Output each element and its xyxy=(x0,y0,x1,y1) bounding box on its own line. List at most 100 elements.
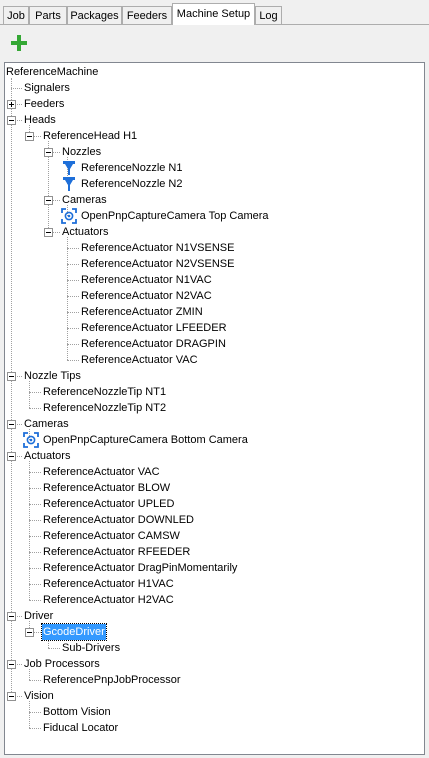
tree-connector xyxy=(11,78,12,696)
tree-node-label: ReferenceActuator DOWNLED xyxy=(43,514,194,526)
tree-connector xyxy=(29,461,30,600)
tree-node-label: ReferenceHead H1 xyxy=(43,130,138,142)
collapse-icon[interactable] xyxy=(7,116,16,125)
tree-connector xyxy=(29,584,41,585)
tree-node-sub-drivers[interactable]: Sub-Drivers xyxy=(61,640,121,656)
collapse-icon[interactable] xyxy=(25,628,34,637)
tree-node-referenceactuator-rfeeder[interactable]: ReferenceActuator RFEEDER xyxy=(42,544,191,560)
tree-node-feeders[interactable]: Feeders xyxy=(23,96,65,112)
tree-connector xyxy=(67,328,79,329)
tree-node-label: ReferenceNozzle N1 xyxy=(81,162,183,174)
collapse-icon[interactable] xyxy=(25,132,34,141)
tree-node-nozzle-tips[interactable]: Nozzle Tips xyxy=(23,368,82,384)
tree-connector xyxy=(29,520,41,521)
tab-parts[interactable]: Parts xyxy=(29,6,67,24)
tree-node-referencenozzletip-nt2[interactable]: ReferenceNozzleTip NT2 xyxy=(42,400,167,416)
tree-node-referencenozzle-n1[interactable]: ReferenceNozzle N1 xyxy=(80,160,184,176)
tree-node-label: Actuators xyxy=(62,226,109,238)
tree-node-bottom-vision[interactable]: Bottom Vision xyxy=(42,704,112,720)
tree-node-referencenozzle-n2[interactable]: ReferenceNozzle N2 xyxy=(80,176,184,192)
tree-node-label: ReferenceActuator H2VAC xyxy=(43,594,174,606)
tree-node-nozzles[interactable]: Nozzles xyxy=(61,144,102,160)
tree-node-label: ReferenceActuator N2VAC xyxy=(81,290,212,302)
tab-job[interactable]: Job xyxy=(3,6,29,24)
tree-node-referencehead-h1[interactable]: ReferenceHead H1 xyxy=(42,128,138,144)
tree-node-label: ReferenceActuator DragPinMomentarily xyxy=(43,562,238,574)
tree-node-label: Cameras xyxy=(24,418,69,430)
tree-node-referenceactuator-upled[interactable]: ReferenceActuator UPLED xyxy=(42,496,175,512)
tree-node-label: ReferenceActuator N2VSENSE xyxy=(81,258,235,270)
tree-node-label: Job Processors xyxy=(24,658,100,670)
tree-node-referencemachine[interactable]: ReferenceMachine xyxy=(5,64,99,80)
tree-node-label: Sub-Drivers xyxy=(62,642,121,654)
tree-node-referenceactuator-camsw[interactable]: ReferenceActuator CAMSW xyxy=(42,528,181,544)
tree-node-label: ReferenceActuator H1VAC xyxy=(43,578,174,590)
expand-icon[interactable] xyxy=(7,100,16,109)
tree-node-label: Actuators xyxy=(24,450,71,462)
tree-node-actuators[interactable]: Actuators xyxy=(23,448,71,464)
tree-connector xyxy=(48,648,60,649)
collapse-icon[interactable] xyxy=(44,148,53,157)
tree-node-referenceactuator-lfeeder[interactable]: ReferenceActuator LFEEDER xyxy=(80,320,228,336)
tree-connector xyxy=(67,280,79,281)
tree-node-referenceactuator-n2vsense[interactable]: ReferenceActuator N2VSENSE xyxy=(80,256,235,272)
tree-connector xyxy=(67,237,68,360)
collapse-icon[interactable] xyxy=(44,196,53,205)
tree-node-referenceactuator-n1vac[interactable]: ReferenceActuator N1VAC xyxy=(80,272,213,288)
tree-connector xyxy=(29,680,41,681)
tree-node-referenceactuator-vac[interactable]: ReferenceActuator VAC xyxy=(42,464,161,480)
tree-node-gcodedriver[interactable]: GcodeDriver xyxy=(41,623,107,641)
tree-node-referenceactuator-dragpin[interactable]: ReferenceActuator DRAGPIN xyxy=(80,336,227,352)
collapse-icon[interactable] xyxy=(44,228,53,237)
tree-connector xyxy=(67,360,79,361)
tree-node-referencenozzletip-nt1[interactable]: ReferenceNozzleTip NT1 xyxy=(42,384,167,400)
tree-node-heads[interactable]: Heads xyxy=(23,112,57,128)
camera-icon xyxy=(23,432,39,448)
tab-log[interactable]: Log xyxy=(255,6,282,24)
tree-node-openpnpcapturecamera-bottom-camera[interactable]: OpenPnpCaptureCamera Bottom Camera xyxy=(42,432,249,448)
collapse-icon[interactable] xyxy=(7,612,16,621)
tree-node-referenceactuator-dragpinmomentarily[interactable]: ReferenceActuator DragPinMomentarily xyxy=(42,560,238,576)
collapse-icon[interactable] xyxy=(7,420,16,429)
tree-node-referenceactuator-blow[interactable]: ReferenceActuator BLOW xyxy=(42,480,171,496)
tree-node-referenceactuator-downled[interactable]: ReferenceActuator DOWNLED xyxy=(42,512,195,528)
tree-node-vision[interactable]: Vision xyxy=(23,688,55,704)
tree-node-label: ReferenceActuator BLOW xyxy=(43,482,171,494)
tree-node-job-processors[interactable]: Job Processors xyxy=(23,656,101,672)
tree-node-referenceactuator-n2vac[interactable]: ReferenceActuator N2VAC xyxy=(80,288,213,304)
tree-connector xyxy=(29,701,30,728)
tab-packages[interactable]: Packages xyxy=(67,6,122,24)
tree-node-cameras[interactable]: Cameras xyxy=(61,192,108,208)
tree-node-referenceactuator-n1vsense[interactable]: ReferenceActuator N1VSENSE xyxy=(80,240,235,256)
tree-node-referenceactuator-vac[interactable]: ReferenceActuator VAC xyxy=(80,352,199,368)
tree-node-referenceactuator-zmin[interactable]: ReferenceActuator ZMIN xyxy=(80,304,204,320)
tree-connector xyxy=(67,344,79,345)
collapse-icon[interactable] xyxy=(7,452,16,461)
tree-node-actuators[interactable]: Actuators xyxy=(61,224,109,240)
tree-node-label: ReferenceActuator VAC xyxy=(81,354,198,366)
tree-node-driver[interactable]: Driver xyxy=(23,608,54,624)
tree-node-referenceactuator-h2vac[interactable]: ReferenceActuator H2VAC xyxy=(42,592,175,608)
tree-node-signalers[interactable]: Signalers xyxy=(23,80,71,96)
tree-node-referenceactuator-h1vac[interactable]: ReferenceActuator H1VAC xyxy=(42,576,175,592)
tree-node-label: ReferenceMachine xyxy=(6,66,99,78)
tree-node-fiducal-locator[interactable]: Fiducal Locator xyxy=(42,720,119,736)
plus-icon[interactable] xyxy=(10,34,28,52)
tree-node-referencepnpjobprocessor[interactable]: ReferencePnpJobProcessor xyxy=(42,672,182,688)
tree-connector xyxy=(29,712,41,713)
tree-node-label: Vision xyxy=(24,690,54,702)
tree-node-label: ReferenceActuator LFEEDER xyxy=(81,322,227,334)
collapse-icon[interactable] xyxy=(7,692,16,701)
tree-node-openpnpcapturecamera-top-camera[interactable]: OpenPnpCaptureCamera Top Camera xyxy=(80,208,270,224)
tree-connector xyxy=(29,472,41,473)
tree-node-cameras[interactable]: Cameras xyxy=(23,416,70,432)
tree-connector xyxy=(29,504,41,505)
machine-setup-tree[interactable]: ReferenceMachine Signalers Feeders Heads Ref… xyxy=(4,62,425,755)
tab-machine-setup[interactable]: Machine Setup xyxy=(172,3,255,25)
collapse-icon[interactable] xyxy=(7,372,16,381)
tree-connector xyxy=(29,600,41,601)
tree-node-label: ReferenceActuator RFEEDER xyxy=(43,546,191,558)
tree-node-label: ReferenceNozzleTip NT2 xyxy=(43,402,167,414)
tab-feeders[interactable]: Feeders xyxy=(122,6,172,24)
collapse-icon[interactable] xyxy=(7,660,16,669)
